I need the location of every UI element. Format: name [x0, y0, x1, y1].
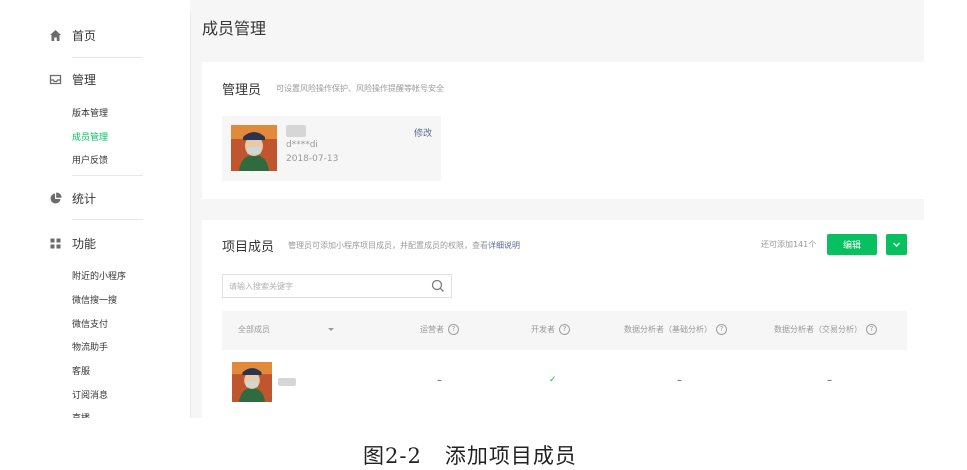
sidebar-item-home[interactable]: 首页 — [49, 27, 96, 44]
members-card: 项目成员 管理员可添加小程序项目成员，并配置成员的权限，查看详细说明 还可添加1… — [202, 220, 924, 418]
home-icon — [49, 29, 62, 42]
sidebar-section-stats[interactable]: 统计 — [49, 190, 96, 207]
app-window: 首页 管理 版本管理 成员管理 用户反馈 统计 功能 附近的小程序 微信搜一搜 — [33, 0, 924, 418]
column-label: 全部成员 — [238, 325, 270, 334]
column-developer: 开发者? — [531, 324, 570, 335]
sidebar-item-nearby[interactable]: 附近的小程序 — [72, 269, 126, 282]
column-label: 开发者 — [531, 325, 555, 334]
members-desc-text: 管理员可添加小程序项目成员，并配置成员的权限，查看 — [288, 241, 488, 250]
column-label: 运营者 — [420, 325, 444, 334]
admin-nickname-redacted — [286, 125, 306, 137]
sidebar-item-pay[interactable]: 微信支付 — [72, 317, 108, 330]
inbox-icon — [49, 73, 62, 86]
divider — [72, 57, 143, 58]
members-table-header: 全部成员 运营者? 开发者? 数据分析者（基础分析）? 数据分析者（交易分析）? — [222, 311, 907, 350]
pie-chart-icon — [49, 192, 62, 205]
admin-section-title: 管理员 — [222, 83, 262, 98]
sidebar-item-version[interactable]: 版本管理 — [72, 106, 108, 119]
column-filter-all[interactable]: 全部成员 — [238, 324, 270, 335]
sidebar-divider — [190, 12, 191, 418]
divider — [72, 175, 143, 176]
sidebar-section-manage[interactable]: 管理 — [49, 71, 96, 88]
members-section-desc: 管理员可添加小程序项目成员，并配置成员的权限，查看详细说明 — [288, 240, 520, 251]
column-label: 数据分析者（交易分析） — [774, 325, 862, 334]
search-input[interactable] — [229, 279, 419, 294]
help-icon[interactable]: ? — [866, 324, 877, 335]
edit-admin-link[interactable]: 修改 — [414, 126, 432, 139]
help-icon[interactable]: ? — [559, 324, 570, 335]
quota-text: 还可添加141个 — [761, 240, 817, 249]
search-box[interactable] — [222, 274, 452, 298]
admin-account: d****di — [286, 140, 318, 150]
sidebar-section-label: 管理 — [72, 73, 97, 87]
details-link[interactable]: 详细说明 — [488, 241, 520, 250]
sidebar-section-features[interactable]: 功能 — [49, 235, 96, 252]
sidebar-section-label: 功能 — [72, 237, 97, 251]
cell-operator: – — [437, 375, 442, 386]
sidebar-item-label: 首页 — [72, 29, 97, 43]
admin-section-desc: 可设置风险操作保护、风险操作提醒等帐号安全 — [276, 84, 444, 93]
avatar — [231, 125, 277, 171]
sidebar-item-search[interactable]: 微信搜一搜 — [72, 293, 117, 306]
search-icon[interactable] — [431, 279, 445, 293]
members-section-title: 项目成员 — [222, 240, 275, 255]
help-icon[interactable]: ? — [448, 324, 459, 335]
edit-members-button[interactable]: 编辑 — [827, 234, 877, 255]
sidebar-item-service[interactable]: 客服 — [72, 364, 90, 377]
column-operator: 运营者? — [420, 324, 459, 335]
column-analyst-trade: 数据分析者（交易分析）? — [774, 324, 877, 335]
avatar — [232, 362, 272, 402]
check-icon: ✓ — [549, 375, 557, 385]
cell-analyst-trade: – — [827, 375, 832, 386]
sidebar-item-members[interactable]: 成员管理 — [72, 130, 108, 143]
admin-date: 2018-07-13 — [286, 154, 339, 164]
member-name-redacted — [278, 378, 296, 386]
table-row: – ✓ – – — [222, 350, 907, 418]
column-label: 数据分析者（基础分析） — [624, 325, 712, 334]
cell-analyst-basic: – — [677, 375, 682, 386]
sidebar-section-label: 统计 — [72, 192, 97, 206]
grid-icon — [49, 237, 62, 250]
admin-card: 管理员 可设置风险操作保护、风险操作提醒等帐号安全 d****di 2018-0… — [202, 62, 924, 199]
divider — [72, 219, 143, 220]
help-icon[interactable]: ? — [716, 324, 727, 335]
chevron-down-icon — [892, 242, 901, 248]
sidebar-item-live[interactable]: 直播 — [72, 411, 90, 418]
more-dropdown-button[interactable] — [886, 234, 907, 255]
sidebar-item-logistics[interactable]: 物流助手 — [72, 340, 108, 353]
page-title: 成员管理 — [202, 19, 267, 38]
column-analyst-basic: 数据分析者（基础分析）? — [624, 324, 727, 335]
sidebar-item-feedback[interactable]: 用户反馈 — [72, 153, 108, 166]
caret-down-icon[interactable] — [328, 328, 334, 331]
sidebar-item-subscribe[interactable]: 订阅消息 — [72, 388, 108, 401]
admin-entry: d****di 2018-07-13 修改 — [222, 116, 441, 181]
figure-caption: 图2-2 添加项目成员 — [363, 444, 577, 468]
sidebar: 首页 管理 版本管理 成员管理 用户反馈 统计 功能 附近的小程序 微信搜一搜 — [33, 0, 190, 418]
